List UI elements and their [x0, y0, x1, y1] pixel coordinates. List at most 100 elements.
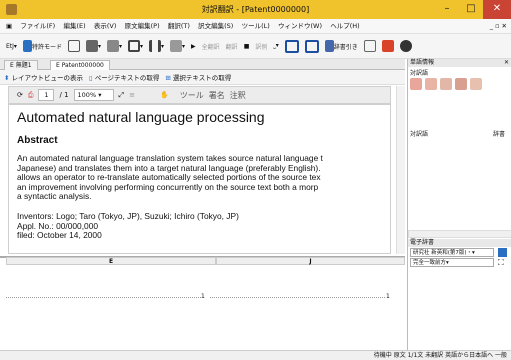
- save-pdf-icon[interactable]: ⟳: [17, 91, 23, 99]
- direction-dropdown[interactable]: EtJ▾: [4, 37, 19, 55]
- example-button[interactable]: 訳例: [253, 37, 269, 55]
- panel-close-icon[interactable]: ✕: [504, 59, 509, 67]
- tab-patent[interactable]: E Patent000000: [50, 60, 110, 70]
- col-translation-header: 対訳語: [410, 131, 429, 138]
- document-title: Automated natural language processing: [17, 109, 265, 125]
- stop-button[interactable]: ■: [242, 37, 252, 55]
- dictionary-search-icon[interactable]: [498, 248, 507, 257]
- settings-icon: [363, 40, 376, 52]
- print-button[interactable]: ▾: [105, 37, 124, 55]
- abstract-heading: Abstract: [17, 135, 58, 146]
- split-horizontal-icon: [304, 39, 319, 53]
- document-view[interactable]: Automated natural language processing Ab…: [8, 104, 391, 254]
- toolbar: EtJ▾ 特許モード ▾ ▾ ▾ ▾ ▾ ▶ 全翻訳 翻訳 ■ 訳例 ⎵▾ 辞書…: [0, 34, 511, 59]
- word-info-toolbar: [410, 78, 510, 92]
- columns-button[interactable]: ▾: [147, 37, 166, 55]
- match-mode-select[interactable]: 完全一致前方▾: [410, 258, 494, 267]
- word-info-scrollbar[interactable]: [408, 230, 511, 238]
- word-tool-icon[interactable]: [455, 78, 467, 90]
- document-icon: [67, 40, 80, 52]
- font-icon: [170, 40, 183, 52]
- page-text-button[interactable]: ▯ ページテキストの取得: [89, 72, 159, 82]
- col-dictionary-header: 辞書: [492, 131, 505, 138]
- fit-icon[interactable]: ⤢: [119, 91, 125, 100]
- menu-translate[interactable]: 翻訳(T): [165, 19, 193, 34]
- columns-icon: [149, 40, 161, 52]
- dictionary-lookup-button[interactable]: 辞書引き: [323, 37, 360, 55]
- page-total: / 1: [59, 91, 69, 99]
- play-translate-button[interactable]: ▶: [189, 37, 198, 55]
- selection-text-button[interactable]: ⊞ 選択テキストの取得: [165, 72, 231, 82]
- patent-mode-button[interactable]: 特許モード: [21, 37, 64, 55]
- word-info-tab[interactable]: 対訳語: [410, 68, 428, 77]
- dictionary-select[interactable]: 研究社 新英和(第7版)・▾: [410, 248, 494, 257]
- menu-view[interactable]: 表示(V): [91, 19, 120, 34]
- font-button[interactable]: ▾: [168, 37, 187, 55]
- abstract-line: a syntactic analysis.: [17, 191, 92, 202]
- layout-view-button[interactable]: ⬍ レイアウトビューの表示: [4, 72, 83, 82]
- minimize-button[interactable]: –: [435, 0, 459, 19]
- word-tool-icon[interactable]: [470, 78, 482, 90]
- split-vertical-button[interactable]: [303, 37, 321, 55]
- menu-target-edit[interactable]: 訳文編集(S): [195, 19, 236, 34]
- page-icon: ▯: [89, 74, 93, 82]
- translate-button[interactable]: 翻訳: [224, 37, 240, 55]
- underline-button[interactable]: ⎵▾: [271, 37, 280, 55]
- source-row-line: [6, 297, 201, 298]
- red-tool-button[interactable]: [380, 37, 396, 55]
- binoculars-icon[interactable]: ⛶: [498, 258, 504, 268]
- word-info-panel: 単語情報 ✕ 対訳語 対訳語 辞書 電子辞書 研究社 新英和(第7版)・▾ 完全一…: [407, 59, 511, 350]
- word-tool-icon[interactable]: [440, 78, 452, 90]
- dictionary-icon: [324, 40, 334, 52]
- tab-untitled[interactable]: E 無題1: [4, 60, 38, 70]
- new-doc-button[interactable]: [66, 37, 82, 55]
- sign-button[interactable]: 署名: [209, 90, 225, 101]
- menu-window[interactable]: ウィンドウ(W): [275, 19, 325, 34]
- menu-edit[interactable]: 編集(E): [60, 19, 88, 34]
- more-icon[interactable]: ≡: [129, 91, 135, 99]
- layout-button[interactable]: ▾: [126, 37, 145, 55]
- zoom-select[interactable]: 100% ▾: [73, 89, 114, 101]
- dictionary-header: 電子辞書: [408, 239, 511, 247]
- bilingual-edit-pane[interactable]: [0, 256, 405, 351]
- all-translate-button[interactable]: 全翻訳: [200, 37, 222, 55]
- split-horizontal-button[interactable]: [283, 37, 301, 55]
- target-row-line: [210, 297, 385, 298]
- menu-file[interactable]: ファイル(F): [17, 19, 58, 34]
- document-scrollbar[interactable]: [396, 86, 405, 254]
- settings-button[interactable]: [362, 37, 378, 55]
- patent-mode-icon: [22, 40, 32, 52]
- menu-help[interactable]: ヘルプ(H): [327, 19, 362, 34]
- user-dict-button[interactable]: [398, 37, 414, 55]
- pdf-subtoolbar: ⬍ レイアウトビューの表示 ▯ ページテキストの取得 ⊞ 選択テキストの取得: [0, 70, 405, 85]
- hand-tool-icon[interactable]: ✋: [160, 91, 169, 99]
- split-vertical-icon: [284, 39, 299, 53]
- open-button[interactable]: ▾: [84, 37, 103, 55]
- status-text: 待機中 原文 1/1文 未翻訳 英語から日本語へ 一般: [373, 352, 507, 359]
- menu-source-edit[interactable]: 原文編集(P): [122, 19, 163, 34]
- close-button[interactable]: ✕: [483, 0, 511, 19]
- maximize-button[interactable]: □: [459, 0, 483, 19]
- page-number-input[interactable]: 1: [38, 89, 55, 101]
- user-icon: [399, 40, 412, 52]
- print-pdf-icon[interactable]: ⎙: [28, 91, 34, 100]
- selection-icon: ⊞: [165, 74, 171, 82]
- pdf-viewer-toolbar: ⟳ ⎙ 1 / 1 100% ▾ ⤢ ≡ ✋ ツール 署名 注釈: [8, 86, 391, 104]
- source-row-number: 1: [201, 293, 205, 300]
- target-row-number: 1: [386, 293, 390, 300]
- tools-button[interactable]: ツール: [180, 90, 204, 101]
- doc-menu-icon[interactable]: ▣: [0, 19, 15, 34]
- word-tool-icon[interactable]: [425, 78, 437, 90]
- word-info-header: 単語情報 ✕: [408, 59, 511, 67]
- filed-date: filed: October 14, 2000: [17, 230, 102, 241]
- comment-button[interactable]: 注釈: [230, 90, 246, 101]
- open-icon: [85, 40, 98, 52]
- layout-icon: [127, 40, 140, 52]
- print-icon: [106, 40, 119, 52]
- mdi-controls[interactable]: _ ▫ ✕: [490, 22, 507, 30]
- arrow-up-icon: ⬍: [4, 74, 10, 82]
- menu-tools[interactable]: ツール(L): [239, 19, 273, 34]
- source-column-header: E: [6, 257, 216, 265]
- document-tabs: E 無題1 E Patent000000: [0, 59, 405, 70]
- word-tool-icon[interactable]: [410, 78, 422, 90]
